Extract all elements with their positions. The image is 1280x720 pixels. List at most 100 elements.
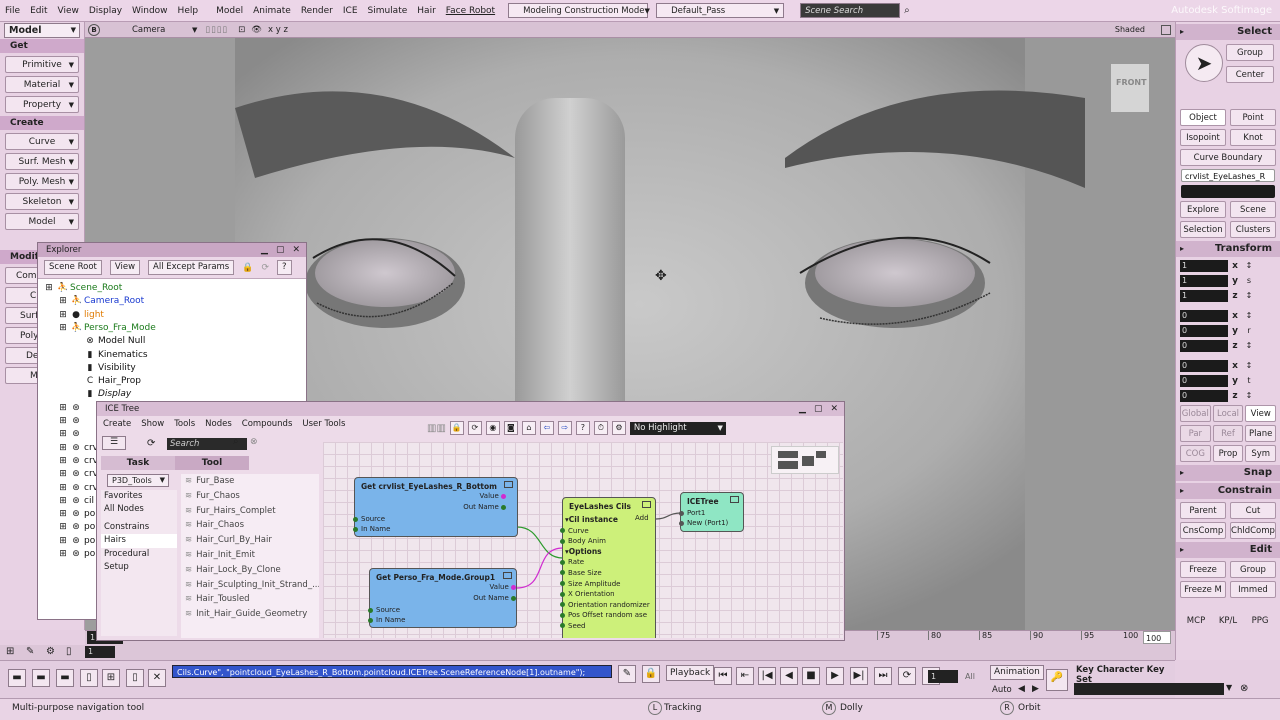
expand-icon[interactable]: ⊞ bbox=[58, 456, 68, 466]
viewport-letter[interactable]: B bbox=[88, 23, 100, 36]
get-group-outname-port[interactable]: Out Name bbox=[473, 594, 519, 602]
layout-icon[interactable]: ▯ bbox=[80, 669, 98, 687]
expand-icon[interactable]: ⊞ bbox=[58, 310, 68, 320]
scale-y-field[interactable]: 1 bbox=[1180, 274, 1228, 287]
icetree-node[interactable]: ICETree Port1 New (Port1) bbox=[679, 492, 744, 532]
menu-ice[interactable]: ICE bbox=[338, 6, 363, 16]
explorer-titlebar[interactable]: Explorer ▁ ▢ ✕ bbox=[38, 243, 306, 257]
ice-menu-create[interactable]: Create bbox=[103, 419, 131, 429]
maximize-icon[interactable]: ▢ bbox=[814, 402, 823, 416]
tab-mcp[interactable]: MCP bbox=[1180, 612, 1212, 629]
get-group-inname-port[interactable]: In Name bbox=[368, 616, 405, 624]
view-cube-label[interactable]: FRONT bbox=[1116, 78, 1147, 87]
expand-icon[interactable]: ⊞ bbox=[58, 323, 68, 333]
playback-menu-button[interactable]: Playback bbox=[666, 665, 715, 681]
rotate-x-field[interactable]: 0 bbox=[1180, 309, 1228, 322]
freeze-button[interactable]: Freeze bbox=[1180, 561, 1226, 578]
menu-help[interactable]: Help bbox=[173, 6, 204, 16]
expand-icon[interactable]: ⊞ bbox=[58, 416, 68, 426]
expand-icon[interactable]: ⊞ bbox=[44, 283, 54, 293]
lock-icon[interactable]: 🔒 bbox=[642, 665, 660, 683]
tree-node[interactable]: ⊞ ● light bbox=[58, 310, 104, 320]
command-line-input[interactable]: Cils.Curve", "pointcloud_EyeLashes_R_Bot… bbox=[172, 665, 612, 678]
scale-x-field[interactable]: 1 bbox=[1180, 259, 1228, 272]
category-item[interactable]: Constrains bbox=[101, 521, 177, 534]
node-input-port[interactable]: Base Size bbox=[560, 568, 655, 579]
ice-menu-tools[interactable]: Tools bbox=[174, 419, 195, 429]
key-icon[interactable]: 🔑 bbox=[1046, 669, 1068, 691]
tool-item[interactable]: ≋ Fur_Base bbox=[181, 474, 319, 489]
reset-icon[interactable]: ↕ bbox=[1242, 261, 1256, 270]
get-curve-source-port[interactable]: Source bbox=[353, 515, 385, 523]
sym-button[interactable]: Sym bbox=[1245, 445, 1277, 462]
tree-node[interactable]: ⊞ ⊛ po bbox=[58, 536, 95, 546]
previous-frame-icon[interactable]: |◀ bbox=[758, 667, 776, 685]
frame-icon[interactable]: ⊡ bbox=[238, 25, 245, 35]
help-icon[interactable]: ? bbox=[277, 260, 292, 275]
node-menu-icon[interactable] bbox=[504, 481, 513, 488]
forward-arrow-icon[interactable]: ⇨ bbox=[557, 421, 572, 435]
tab-task[interactable]: Task bbox=[101, 456, 175, 470]
explore-button[interactable]: Explore bbox=[1180, 201, 1226, 218]
navigation-icon[interactable]: ⊞ bbox=[6, 646, 14, 657]
minimize-icon[interactable]: ▁ bbox=[261, 243, 268, 257]
viewport-display-toggles[interactable]: ▯▯▯▯ bbox=[205, 25, 228, 35]
last-frame-icon[interactable]: ⏭ bbox=[874, 667, 892, 685]
next-frame-icon[interactable]: ▶| bbox=[850, 667, 868, 685]
layout-icon[interactable]: ▬ bbox=[32, 669, 50, 687]
all-toggle[interactable]: All bbox=[965, 672, 975, 681]
close-icon[interactable]: ✕ bbox=[292, 243, 300, 257]
global-button[interactable]: Global bbox=[1180, 405, 1211, 422]
get-group-node[interactable]: Get Perso_Fra_Mode.Group1 Value Out Name… bbox=[368, 568, 519, 628]
previous-key-icon[interactable]: ⇤ bbox=[736, 667, 754, 685]
tree-node[interactable]: ⊞ ⛹ Camera_Root bbox=[58, 296, 144, 306]
tree-node[interactable]: ⊞ ⊛ po bbox=[58, 549, 95, 559]
link-icon[interactable]: s bbox=[1242, 276, 1256, 285]
tree-node[interactable]: ⊞ ⊛ bbox=[58, 429, 84, 439]
filter-menu-button[interactable]: All Except Params bbox=[148, 260, 235, 275]
layout-icon[interactable]: ▯ bbox=[126, 669, 144, 687]
tool-item[interactable]: ≋ Fur_Chaos bbox=[181, 489, 319, 504]
tree-node[interactable]: ⊞ ⊛ bbox=[58, 416, 84, 426]
minimize-icon[interactable]: ▁ bbox=[799, 402, 806, 416]
pass-select[interactable]: Default_Pass ▼ bbox=[656, 3, 785, 18]
get-group-value-port[interactable]: Value bbox=[490, 583, 519, 591]
memo-icon[interactable]: ▥▥ bbox=[427, 423, 446, 434]
ice-menu-compounds[interactable]: Compounds bbox=[242, 419, 293, 429]
constrain-header[interactable]: Constrain bbox=[1176, 483, 1280, 499]
graph-navigator[interactable] bbox=[771, 446, 839, 474]
first-frame-icon[interactable]: ⏮ bbox=[714, 667, 732, 685]
eye-icon[interactable]: 👁 bbox=[251, 25, 262, 35]
viewport-axes[interactable]: x y z bbox=[268, 25, 288, 35]
material-button[interactable]: Material ▼ bbox=[5, 76, 79, 93]
home-icon[interactable]: ⌂ bbox=[521, 421, 536, 435]
ice-menu-show[interactable]: Show bbox=[141, 419, 164, 429]
poly-mesh-button[interactable]: Poly. Mesh ▼ bbox=[5, 173, 79, 190]
plane-button[interactable]: Plane bbox=[1245, 425, 1277, 442]
menu-render[interactable]: Render bbox=[296, 6, 338, 16]
tree-node[interactable]: ⊞ ⊛ crv bbox=[58, 456, 98, 466]
tree-node[interactable]: ⊞ ⊛ po bbox=[58, 522, 95, 532]
maximize-icon[interactable]: ▢ bbox=[276, 243, 285, 257]
expand-icon[interactable]: ⊞ bbox=[58, 429, 68, 439]
menu-model[interactable]: Model bbox=[211, 6, 248, 16]
expand-icon[interactable]: ⊞ bbox=[58, 443, 68, 453]
help-icon[interactable]: ? bbox=[575, 421, 590, 435]
tree-node[interactable]: ⊞ ⛹ Perso_Fra_Mode bbox=[58, 323, 156, 333]
tree-node[interactable]: ▮ Visibility bbox=[72, 363, 136, 373]
prop-button[interactable]: Prop bbox=[1212, 445, 1244, 462]
maximize-icon[interactable] bbox=[1161, 24, 1171, 35]
previous-key-icon[interactable]: ◀ bbox=[1018, 684, 1025, 694]
tree-node[interactable]: ⊞ ⊛ po bbox=[58, 509, 95, 519]
tree-node[interactable]: ⊞ ⛹ Scene_Root bbox=[44, 283, 122, 293]
layout-icon[interactable]: ▬ bbox=[56, 669, 74, 687]
node-input-port[interactable]: Pos Offset random ase bbox=[560, 610, 655, 621]
tree-node[interactable]: ⊗ Model Null bbox=[72, 336, 145, 346]
group-select-button[interactable]: Group bbox=[1226, 44, 1274, 61]
snap-header[interactable]: Snap bbox=[1176, 465, 1280, 481]
lock-icon[interactable]: 🔒 bbox=[242, 263, 253, 273]
pencil-icon[interactable]: ✎ bbox=[26, 646, 34, 657]
menu-simulate[interactable]: Simulate bbox=[363, 6, 413, 16]
highlight-select[interactable]: No Highlight ▼ bbox=[629, 421, 726, 435]
clear-icon[interactable]: ⊗ bbox=[1240, 683, 1248, 694]
